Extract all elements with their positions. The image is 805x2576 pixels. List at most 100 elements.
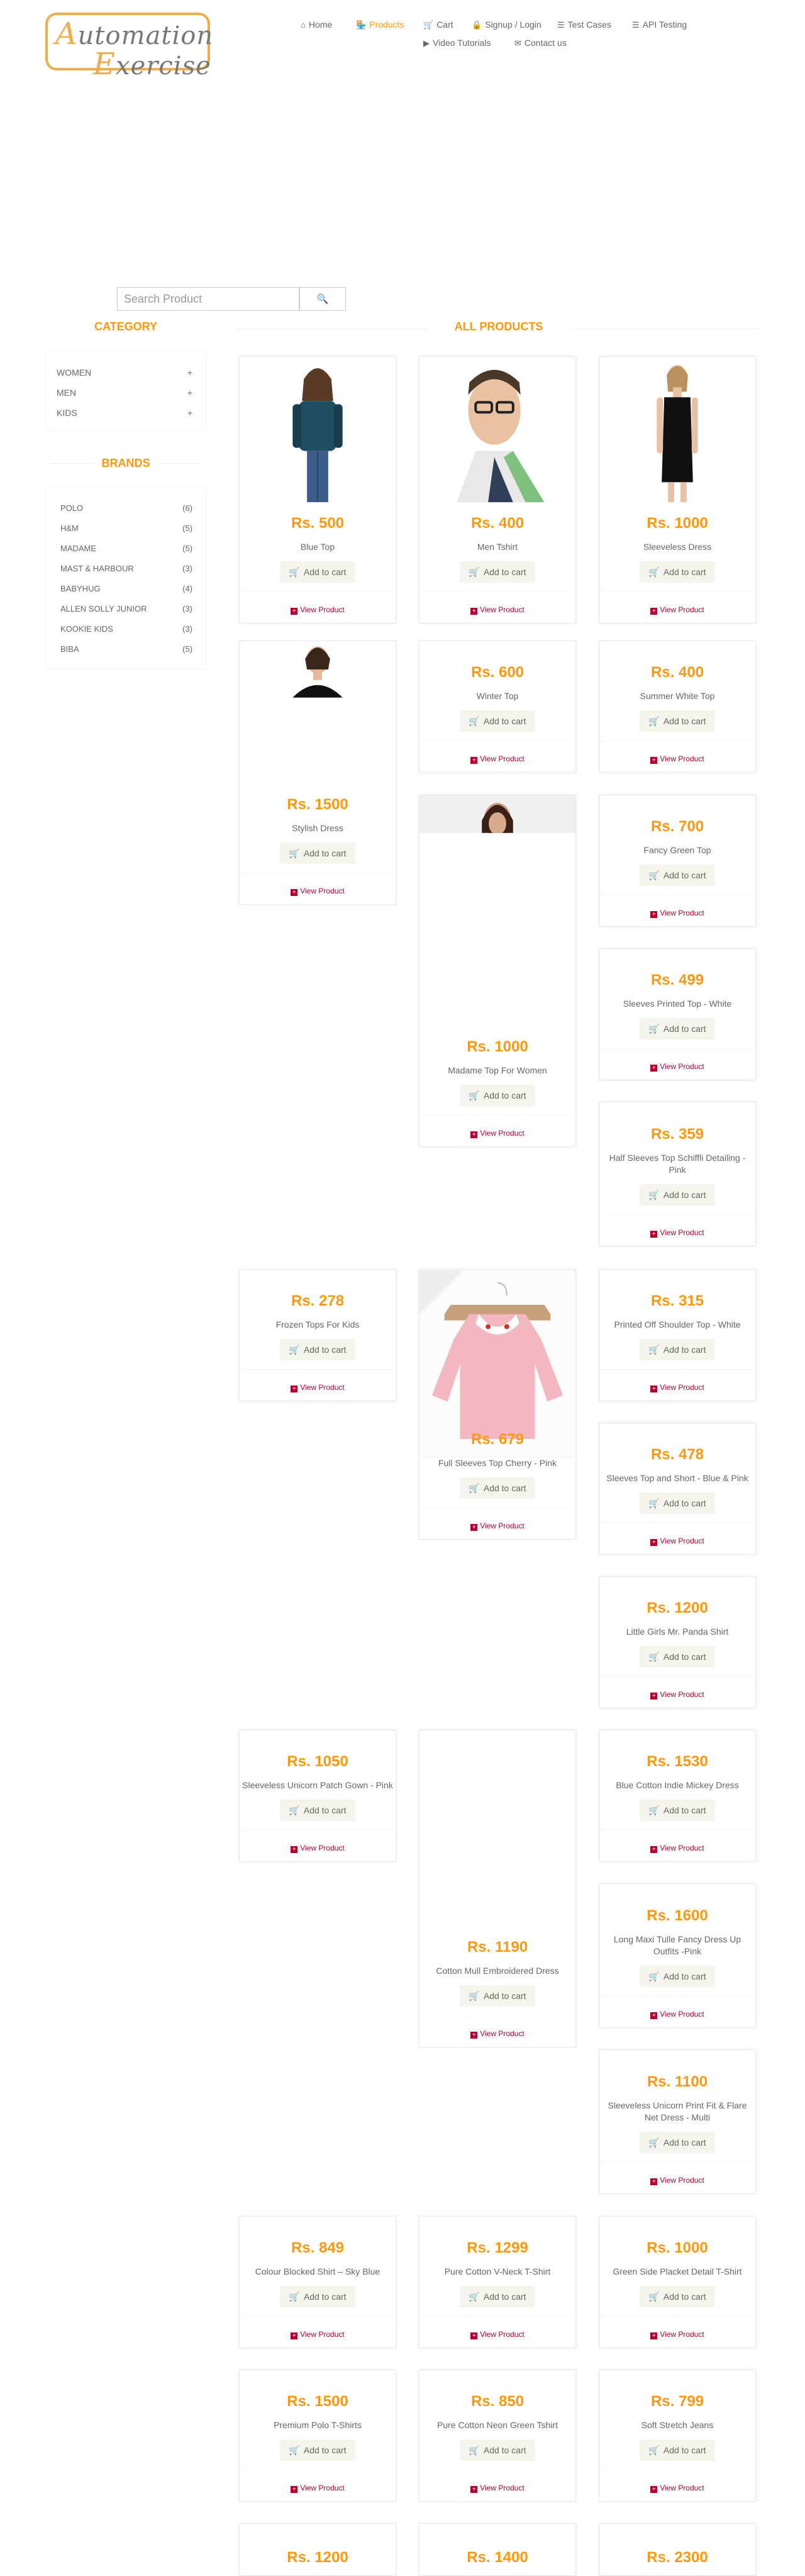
site-logo[interactable]: Automation Exercise [45, 13, 213, 79]
brand-item-hm[interactable]: H&M (5) [60, 524, 192, 533]
add-to-cart-button[interactable]: 🛒 Add to cart [640, 2286, 715, 2307]
nav-signup-login[interactable]: 🔒 Signup / Login [472, 20, 541, 30]
view-product-link[interactable]: + View Product [419, 605, 575, 615]
brand-item-madame[interactable]: Madame (5) [60, 544, 192, 553]
add-to-cart-button[interactable]: 🛒 Add to cart [280, 843, 355, 864]
nav-video-tutorials[interactable]: ▶ Video Tutorials [423, 38, 491, 48]
view-product-link[interactable]: + View Product [599, 909, 755, 918]
plus-icon[interactable]: + [187, 388, 192, 398]
nav-test-cases[interactable]: ☰ Test Cases [557, 20, 611, 30]
product-price: Rs. 1190 [467, 1939, 528, 1956]
add-to-cart-button[interactable]: 🛒 Add to cart [460, 2439, 535, 2461]
plus-icon[interactable]: + [187, 367, 192, 378]
view-product-link[interactable]: + View Product [240, 2484, 396, 2493]
add-to-cart-button[interactable]: 🛒 Add to cart [640, 710, 715, 732]
plus-icon[interactable]: + [187, 408, 192, 418]
view-product-link[interactable]: + View Product [599, 1062, 755, 1072]
brand-item-polo[interactable]: Polo (6) [60, 503, 192, 513]
add-to-cart-button[interactable]: 🛒 Add to cart [460, 1985, 535, 2007]
add-to-cart-button[interactable]: 🛒 Add to cart [640, 561, 715, 583]
add-to-cart-button[interactable]: 🛒 Add to cart [460, 2286, 535, 2307]
nav-cart[interactable]: 🛒 Cart [423, 20, 453, 30]
add-to-cart-button[interactable]: 🛒 Add to cart [640, 1646, 715, 1667]
add-to-cart-button[interactable]: 🛒 Add to cart [280, 1339, 355, 1360]
view-product-link[interactable]: + View Product [599, 2176, 755, 2185]
view-product-link[interactable]: + View Product [419, 1129, 575, 1138]
product-card: Rs. 1050 Sleeveless Unicorn Patch Gown - … [239, 1730, 396, 1862]
add-to-cart-button[interactable]: 🛒 Add to cart [460, 1477, 535, 1499]
nav-products[interactable]: 🏪 Products [356, 20, 404, 30]
view-product-link[interactable]: + View Product [419, 2330, 575, 2339]
view-product-link[interactable]: + View Product [419, 754, 575, 764]
add-to-cart-button[interactable]: 🛒 Add to cart [280, 561, 355, 583]
view-product-label: View Product [480, 1521, 525, 1530]
product-name: Sleeves Printed Top - White [623, 999, 732, 1009]
search-input[interactable] [117, 287, 299, 311]
brand-item-biba[interactable]: Biba (5) [60, 644, 192, 654]
add-to-cart-label: Add to cart [303, 567, 347, 577]
add-to-cart-button[interactable]: 🛒 Add to cart [640, 2132, 715, 2153]
view-product-link[interactable]: + View Product [599, 1383, 755, 1392]
add-to-cart-button[interactable]: 🛒 Add to cart [640, 1800, 715, 1821]
add-to-cart-button[interactable]: 🛒 Add to cart [460, 710, 535, 732]
nav-contact-us[interactable]: ✉ Contact us [514, 38, 567, 48]
product-card: Rs. 1600 Long Maxi Tulle Fancy Dress Up O… [599, 1883, 756, 2028]
category-item-kids[interactable]: Kids + [57, 408, 192, 418]
category-item-men[interactable]: Men + [57, 388, 192, 398]
brand-item-mast-harbour[interactable]: Mast & Harbour (3) [60, 564, 192, 573]
add-to-cart-button[interactable]: 🛒 Add to cart [280, 2439, 355, 2461]
view-product-link[interactable]: + View Product [240, 887, 396, 896]
view-product-link[interactable]: + View Product [240, 605, 396, 615]
nav-api-testing[interactable]: ☰ API Testing [632, 20, 687, 30]
product-price: Rs. 499 [650, 972, 704, 988]
view-product-link[interactable]: + View Product [240, 1383, 396, 1392]
nav-home[interactable]: ⌂ Home [301, 20, 332, 30]
divider [419, 591, 575, 592]
product-price: Rs. 1100 [647, 2073, 708, 2090]
brand-item-kookie-kids[interactable]: Kookie Kids (3) [60, 624, 192, 634]
product-card: Rs. 850 Pure Cotton Neon Green Tshirt 🛒 Add… [419, 2370, 576, 2502]
brand-item-allen-solly-junior[interactable]: Allen Solly Junior (3) [60, 604, 192, 613]
add-to-cart-button[interactable]: 🛒 Add to cart [640, 1018, 715, 1039]
add-to-cart-button[interactable]: 🛒 Add to cart [640, 1339, 715, 1360]
add-to-cart-button[interactable]: 🛒 Add to cart [640, 2439, 715, 2461]
add-to-cart-button[interactable]: 🛒 Add to cart [280, 1800, 355, 1821]
product-image [419, 1270, 575, 1459]
divider [240, 2316, 396, 2317]
plus-square-icon: + [650, 2178, 658, 2185]
view-product-label: View Product [300, 887, 345, 895]
view-product-link[interactable]: + View Product [599, 2010, 755, 2019]
view-product-link[interactable]: + View Product [599, 754, 755, 764]
brand-item-babyhug[interactable]: Babyhug (4) [60, 584, 192, 593]
view-product-link[interactable]: + View Product [599, 2330, 755, 2339]
add-to-cart-button[interactable]: 🛒 Add to cart [640, 1492, 715, 1514]
view-product-link[interactable]: + View Product [599, 1228, 755, 1238]
cart-icon: 🛒 [469, 1482, 480, 1493]
plus-square-icon: + [470, 2486, 478, 2493]
view-product-link[interactable]: + View Product [599, 605, 755, 615]
add-to-cart-button[interactable]: 🛒 Add to cart [640, 865, 715, 886]
view-product-link[interactable]: + View Product [599, 1537, 755, 1546]
view-product-link[interactable]: + View Product [599, 2484, 755, 2493]
add-to-cart-button[interactable]: 🛒 Add to cart [280, 2286, 355, 2307]
plus-square-icon: + [650, 911, 658, 918]
view-product-link[interactable]: + View Product [599, 1844, 755, 1853]
product-name: Blue Cotton Indie Mickey Dress [616, 1780, 739, 1790]
add-to-cart-button[interactable]: 🛒 Add to cart [640, 1966, 715, 1987]
add-to-cart-button[interactable]: 🛒 Add to cart [460, 561, 535, 583]
view-product-link[interactable]: + View Product [419, 2484, 575, 2493]
view-product-link[interactable]: + View Product [419, 1521, 575, 1531]
view-product-link[interactable]: + View Product [240, 1844, 396, 1853]
view-product-label: View Product [300, 1844, 345, 1852]
brand-item-label: Biba [60, 644, 79, 654]
plus-square-icon: + [291, 608, 298, 615]
view-product-link[interactable]: + View Product [599, 1690, 755, 1700]
view-product-link[interactable]: + View Product [240, 2330, 396, 2339]
category-item-women[interactable]: Women + [57, 367, 192, 378]
nav-cart-label: Cart [436, 20, 453, 30]
add-to-cart-button[interactable]: 🛒 Add to cart [460, 1085, 535, 1106]
search-button[interactable]: 🔍 [299, 287, 346, 311]
category-item-label: Women [57, 367, 92, 378]
add-to-cart-button[interactable]: 🛒 Add to cart [640, 1184, 715, 1206]
view-product-link[interactable]: + View Product [419, 2029, 575, 2039]
